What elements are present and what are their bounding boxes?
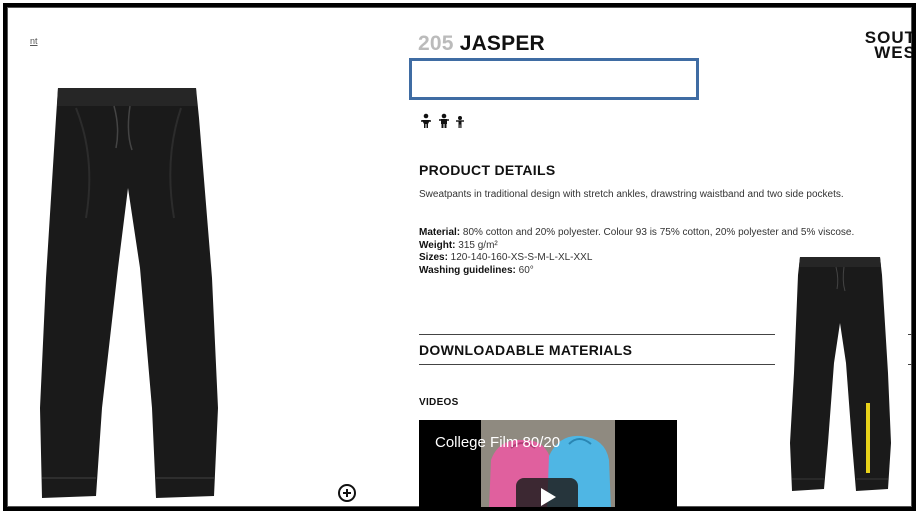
brand-logo-line2: WES xyxy=(874,43,916,62)
product-image-secondary[interactable] xyxy=(788,253,893,498)
videos-heading: VIDEOS xyxy=(419,397,459,408)
spec-weight: Weight: 315 g/m² xyxy=(419,240,911,253)
divider xyxy=(419,334,775,335)
spec-weight-label: Weight: xyxy=(419,239,456,251)
spec-washing-value: 60° xyxy=(515,264,534,276)
divider xyxy=(908,364,912,365)
spec-washing-label: Washing guidelines: xyxy=(419,264,516,276)
divider xyxy=(419,364,775,365)
divider xyxy=(908,334,912,335)
play-icon[interactable] xyxy=(516,478,578,507)
brand-logo[interactable]: SOUT WES xyxy=(844,29,916,62)
product-number: 205 xyxy=(418,32,454,55)
product-page: nt 205 JASPER SOUT WES PRODUCT DETAILS S… xyxy=(7,7,912,507)
spec-material-value: 80% cotton and 20% polyester. Colour 93 … xyxy=(460,227,855,238)
product-name: JASPER xyxy=(459,32,545,55)
product-title: 205 JASPER xyxy=(418,32,545,56)
breadcrumb-link[interactable]: nt xyxy=(30,36,38,46)
product-details-heading: PRODUCT DETAILS xyxy=(419,162,556,178)
zoom-in-icon[interactable] xyxy=(338,484,356,502)
spec-weight-value: 315 g/m² xyxy=(455,239,498,251)
video-player[interactable]: College Film 80/20 xyxy=(419,420,677,507)
spec-material-label: Material: xyxy=(419,227,461,238)
product-image-main xyxy=(40,88,218,498)
child-icon xyxy=(456,116,464,128)
video-title: College Film 80/20 xyxy=(435,434,561,451)
spec-material: Material: 80% cotton and 20% polyester. … xyxy=(419,227,911,240)
highlight-box xyxy=(409,58,699,100)
product-description: Sweatpants in traditional design with st… xyxy=(419,189,844,200)
downloadable-materials-heading[interactable]: DOWNLOADABLE MATERIALS xyxy=(419,342,632,358)
spec-sizes-value: 120-140-160-XS-S-M-L-XL-XXL xyxy=(447,252,593,263)
woman-icon xyxy=(421,113,431,128)
spec-sizes-label: Sizes: xyxy=(419,252,448,263)
man-icon xyxy=(439,113,449,128)
screenshot-frame: nt 205 JASPER SOUT WES PRODUCT DETAILS S… xyxy=(3,3,916,511)
fit-icons xyxy=(418,113,466,129)
